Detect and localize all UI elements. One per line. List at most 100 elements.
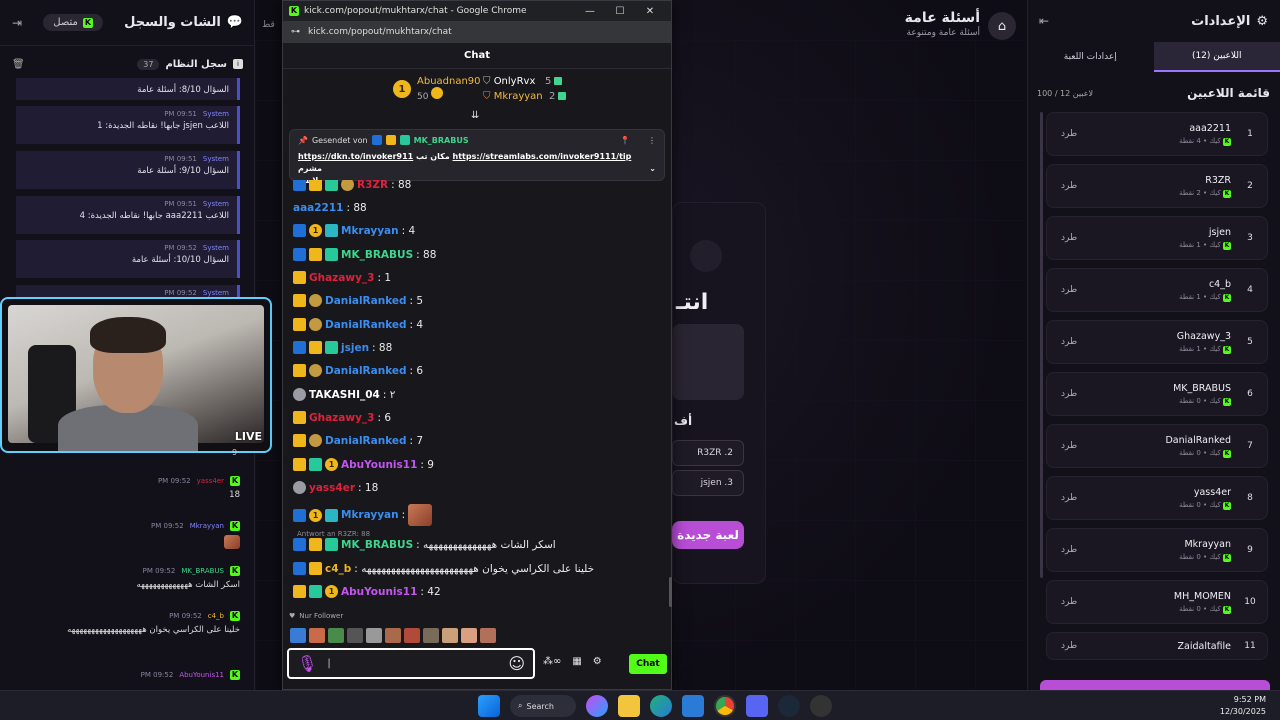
pinned-link[interactable]: https://dkn.to/invoker911 [298, 152, 413, 161]
player-rank: 10 [1244, 597, 1256, 607]
kick-player-button[interactable]: طرد [1061, 181, 1077, 191]
crown-badge-icon [293, 585, 306, 598]
kick-player-button[interactable]: طرد [1061, 597, 1077, 607]
chat-username[interactable]: DanialRanked [325, 435, 407, 447]
emote-icon[interactable] [404, 628, 420, 643]
steam-icon[interactable] [778, 695, 800, 717]
new-game-button[interactable]: لعبة جديدة [672, 521, 744, 549]
chat-username[interactable]: jsjen [341, 342, 369, 354]
chat-username[interactable]: Mkrayyan [341, 509, 399, 521]
chat-username[interactable]: c4_b [325, 563, 351, 575]
emote-icon[interactable] [347, 628, 363, 643]
explorer-icon[interactable] [618, 695, 640, 717]
system-log-item: System 09:51 PM السؤال 9/10: أسئلة عامة [16, 151, 240, 189]
chat-username[interactable]: AbuYounis11 [341, 586, 417, 598]
player-points: K كيك • 2 نقطة [1179, 188, 1231, 198]
unpin-icon[interactable]: 📍 [620, 136, 630, 145]
emote-icon[interactable] [385, 628, 401, 643]
chat-username[interactable]: DanialRanked [325, 365, 407, 377]
windows-start-icon[interactable] [478, 695, 500, 717]
emote-icon[interactable] [480, 628, 496, 643]
store-icon[interactable]: ▦ [572, 656, 581, 667]
chat-username[interactable]: R3ZR [357, 180, 388, 191]
chat-message: R3ZR: 88 [293, 180, 411, 191]
emote-icon[interactable] [461, 628, 477, 643]
address-bar[interactable]: ⊶ kick.com/popout/mukhtarx/chat [283, 21, 671, 43]
collapse-right-icon[interactable]: ⇤ [1039, 14, 1049, 28]
tab-game-settings[interactable]: إعدادات اللعبة [1027, 42, 1154, 72]
tab-players[interactable]: اللاعبين (12) [1153, 42, 1280, 72]
kick-player-button[interactable]: طرد [1061, 129, 1077, 139]
home-button[interactable]: ⌂ [988, 12, 1016, 40]
collapse-arrow-icon[interactable]: ⇊ [471, 110, 479, 121]
minimize-icon[interactable]: — [575, 1, 605, 21]
kick-player-button[interactable]: طرد [1061, 441, 1077, 451]
site-info-icon[interactable]: ⊶ [291, 27, 300, 37]
kick-player-button[interactable]: طرد [1061, 389, 1077, 399]
player-rank: 7 [1247, 441, 1253, 451]
chat-username[interactable]: MK_BRABUS [341, 249, 413, 261]
chat-username[interactable]: Ghazawy_3 [309, 412, 374, 424]
kick-player-button[interactable]: طرد [1061, 641, 1077, 651]
chat-text: : 88 [346, 202, 367, 214]
crown-badge-icon [293, 364, 306, 377]
app-icon[interactable] [810, 695, 832, 717]
store-icon[interactable] [682, 695, 704, 717]
send-chat-button[interactable]: Chat [629, 654, 667, 674]
emoji-icon[interactable]: ☺ [508, 654, 525, 673]
emote-icon[interactable] [290, 628, 306, 643]
chevron-down-icon[interactable]: ⌄ [649, 163, 656, 175]
chat-username[interactable]: DanialRanked [325, 319, 407, 331]
microphone-icon[interactable]: 🎙 [297, 654, 317, 673]
kick-icon: K [1223, 449, 1231, 458]
kick-player-button[interactable]: طرد [1061, 493, 1077, 503]
chat-username[interactable]: aaa2211 [293, 202, 343, 214]
chat-username[interactable]: MK_BRABUS [341, 539, 413, 551]
player-list-scrollbar[interactable] [1040, 112, 1043, 578]
live-badge: LIVE [234, 430, 262, 443]
kick-player-button[interactable]: طرد [1061, 233, 1077, 243]
trash-icon[interactable]: 🗑 [12, 59, 25, 70]
taskbar-search[interactable]: ⌕ Search [510, 695, 576, 717]
kick-player-button[interactable]: طرد [1061, 545, 1077, 555]
crown-badge-icon [293, 458, 306, 471]
emote-icon[interactable] [423, 628, 439, 643]
pinned-message[interactable]: 📌 Gesendet von MK_BRABUS 📍 ⋮ https://dkn… [289, 129, 665, 185]
player-info: c4_b K كيك • 1 نقطة [1077, 279, 1243, 302]
kick-player-button[interactable]: طرد [1061, 337, 1077, 347]
shield-badge-icon [293, 481, 306, 494]
chat-message: 1 AbuYounis11: 42 [293, 585, 441, 598]
kick-points-icon[interactable]: ⁂∞ [543, 656, 561, 667]
edge-icon[interactable] [650, 695, 672, 717]
close-icon[interactable]: ✕ [635, 1, 665, 21]
log-sender: System [202, 289, 229, 297]
chat-username[interactable]: yass4er [309, 482, 355, 494]
chat-username[interactable]: AbuYounis11 [341, 459, 417, 471]
pinned-link[interactable]: https://streamlabs.com/invoker9111/tip [453, 152, 632, 161]
chat-scrollbar[interactable] [669, 577, 672, 607]
emote-icon[interactable] [366, 628, 382, 643]
chat-text: اسكر الشات هههههههههههههه [136, 580, 240, 590]
emote-icon[interactable] [328, 628, 344, 643]
gear-icon[interactable]: ⚙ [593, 656, 602, 667]
collapse-left-icon[interactable]: ⇥ [12, 16, 22, 30]
discord-icon[interactable] [746, 695, 768, 717]
maximize-icon[interactable]: ☐ [605, 1, 635, 21]
emote-image [224, 535, 240, 549]
chat-username[interactable]: TAKASHI_04 [309, 389, 380, 401]
crown-badge-icon [293, 411, 306, 424]
chat-message: Ghazawy_3: 1 [293, 271, 391, 284]
chat-username[interactable]: DanialRanked [325, 295, 407, 307]
more-options-icon[interactable]: ⋮ [648, 136, 656, 145]
chrome-icon[interactable] [714, 695, 736, 717]
emote-icon[interactable] [309, 628, 325, 643]
chat-input[interactable]: 🎙 | ☺ [287, 648, 535, 679]
chat-tools: ⁂∞ ▦ ⚙ [543, 656, 602, 667]
copilot-icon[interactable] [586, 695, 608, 717]
emote-icon[interactable] [442, 628, 458, 643]
chat-username[interactable]: Ghazawy_3 [309, 272, 374, 284]
kick-player-button[interactable]: طرد [1061, 285, 1077, 295]
bottom-action-button[interactable] [1040, 680, 1270, 690]
crown-badge-icon [309, 341, 322, 354]
chat-username[interactable]: Mkrayyan [341, 225, 399, 237]
